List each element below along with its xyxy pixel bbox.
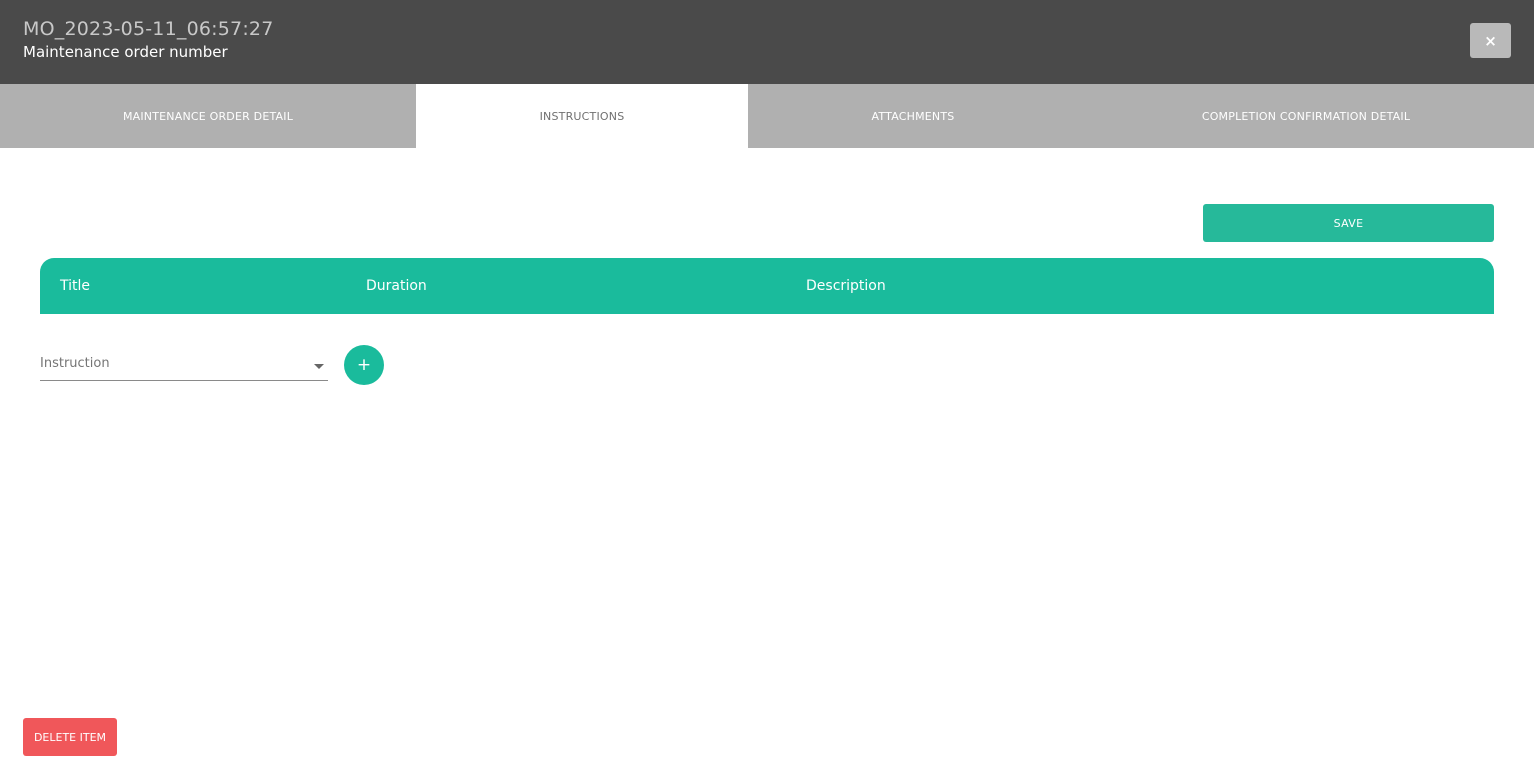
order-subtitle: Maintenance order number xyxy=(23,43,228,61)
close-button[interactable]: × xyxy=(1470,23,1511,58)
tab-instructions[interactable]: INSTRUCTIONS xyxy=(416,84,748,148)
caret-down-icon xyxy=(314,364,324,369)
tab-attachments[interactable]: ATTACHMENTS xyxy=(748,84,1078,148)
plus-icon: + xyxy=(356,355,372,375)
order-title: MO_2023-05-11_06:57:27 xyxy=(23,18,274,40)
tab-bar: MAINTENANCE ORDER DETAIL INSTRUCTIONS AT… xyxy=(0,84,1534,148)
add-instruction-button[interactable]: + xyxy=(344,345,384,385)
instruction-select-placeholder: Instruction xyxy=(40,356,110,371)
instructions-table-header: Title Duration Description xyxy=(40,258,1494,314)
column-header-title[interactable]: Title xyxy=(60,258,90,314)
instruction-select[interactable]: Instruction xyxy=(40,350,328,381)
column-header-duration[interactable]: Duration xyxy=(366,258,427,314)
tab-maintenance-order-detail[interactable]: MAINTENANCE ORDER DETAIL xyxy=(0,84,416,148)
modal-header: MO_2023-05-11_06:57:27 Maintenance order… xyxy=(0,0,1534,84)
tab-completion-confirmation-detail[interactable]: COMPLETION CONFIRMATION DETAIL xyxy=(1078,84,1534,148)
save-button[interactable]: SAVE xyxy=(1203,204,1494,242)
delete-item-button[interactable]: DELETE ITEM xyxy=(23,718,117,756)
column-header-description[interactable]: Description xyxy=(806,258,886,314)
close-icon: × xyxy=(1484,31,1497,50)
